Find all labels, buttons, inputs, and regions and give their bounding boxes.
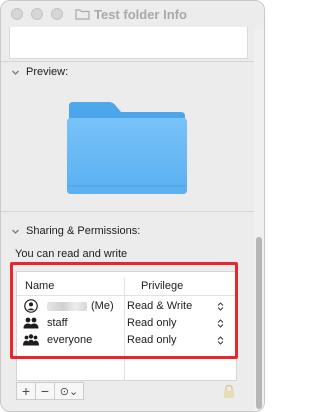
- user-name: (Me): [47, 300, 114, 312]
- window-title: Test folder Info: [94, 7, 187, 22]
- header-divider: [17, 295, 236, 296]
- preview-section-header[interactable]: Preview:: [11, 66, 68, 78]
- title-bar: Test folder Info: [1, 1, 264, 29]
- zoom-button[interactable]: [51, 8, 63, 20]
- permissions-table: Name Privilege (Me) Read & Write staff R…: [16, 271, 237, 381]
- single-user-icon: [24, 299, 38, 313]
- sharing-section-header[interactable]: Sharing & Permissions:: [11, 225, 140, 237]
- scrollbar-thumb[interactable]: [256, 237, 262, 409]
- popup-arrows-icon: [217, 336, 224, 345]
- divider: [1, 211, 256, 212]
- info-window: Test folder Info Preview: Sharing & Perm…: [0, 0, 265, 412]
- minimize-button[interactable]: [31, 8, 43, 20]
- privilege-popup[interactable]: Read only: [125, 316, 226, 331]
- popup-arrows-icon: [217, 319, 224, 328]
- permission-status: You can read and write: [15, 248, 128, 260]
- group-name: staff: [47, 317, 68, 329]
- chevron-down-icon: [12, 229, 19, 234]
- folder-icon: [67, 102, 187, 194]
- popup-arrows-icon: [217, 302, 224, 311]
- close-button[interactable]: [11, 8, 23, 20]
- scrollbar[interactable]: [254, 29, 264, 411]
- redacted-username: [47, 301, 87, 311]
- folder-icon: [75, 9, 90, 20]
- general-panel: [9, 27, 248, 59]
- table-row[interactable]: staff Read only: [17, 315, 236, 332]
- chevron-down-icon: [12, 70, 19, 75]
- sharing-header: Sharing & Permissions:: [26, 225, 141, 237]
- table-row[interactable]: (Me) Read & Write: [17, 298, 236, 315]
- privilege-popup[interactable]: Read only: [125, 333, 226, 348]
- add-button[interactable]: +: [16, 382, 36, 400]
- group-name: everyone: [47, 334, 93, 346]
- group-icon: [23, 317, 39, 329]
- permissions-toolbar: + − ⊙⌄: [16, 382, 84, 400]
- remove-button[interactable]: −: [35, 382, 55, 400]
- preview-header: Preview:: [26, 66, 69, 78]
- everyone-icon: [23, 334, 39, 346]
- divider: [1, 61, 256, 62]
- privilege-popup[interactable]: Read & Write: [125, 299, 226, 314]
- table-row[interactable]: everyone Read only: [17, 332, 236, 349]
- column-header-name[interactable]: Name: [25, 280, 54, 292]
- action-menu-button[interactable]: ⊙⌄: [54, 382, 84, 400]
- lock-icon[interactable]: [223, 384, 235, 399]
- column-header-privilege[interactable]: Privilege: [141, 280, 183, 292]
